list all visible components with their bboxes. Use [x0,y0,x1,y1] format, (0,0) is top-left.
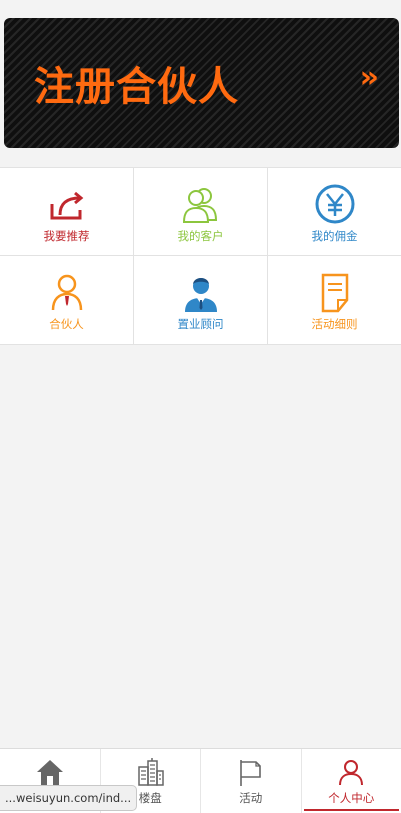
tab-activities[interactable]: 活动 [201,749,302,813]
user-icon [336,757,366,787]
grid-item-label: 我的佣金 [312,228,358,244]
consultant-icon [180,272,222,314]
home-icon [35,757,65,787]
grid-item-label: 置业顾问 [178,316,224,332]
grid-item-label: 我要推荐 [44,228,90,244]
grid-item-consultant[interactable]: 置业顾问 [134,256,268,344]
grid-item-rules[interactable]: 活动细则 [268,256,401,344]
tab-label: 活动 [239,790,262,806]
double-chevron-right-icon: » [360,60,379,95]
grid-item-my-customers[interactable]: 我的客户 [134,168,268,256]
tab-personal-center[interactable]: 个人中心 [302,749,401,813]
partner-icon [46,272,88,314]
grid-item-my-commission[interactable]: 我的佣金 [268,168,401,256]
banner-title: 注册合伙人 [34,54,239,112]
status-url-tooltip: ...weisuyun.com/ind... [0,785,137,811]
customers-icon [180,184,222,226]
share-arrow-icon [46,184,88,226]
flag-icon [236,757,266,787]
grid-item-partner[interactable]: 合伙人 [0,256,134,344]
grid-item-label: 活动细则 [312,316,358,332]
tab-label: 个人中心 [328,790,374,806]
building-icon [135,757,165,787]
tab-label: 楼盘 [139,790,162,806]
grid-item-recommend[interactable]: 我要推荐 [0,168,134,256]
grid-item-label: 合伙人 [49,316,84,332]
register-partner-banner[interactable]: 注册合伙人 » [4,18,399,148]
grid-item-label: 我的客户 [178,228,224,244]
document-icon [314,272,356,314]
yen-icon [314,184,356,226]
menu-grid: 我要推荐 我的客户 我的佣金 合伙人 [0,167,401,345]
